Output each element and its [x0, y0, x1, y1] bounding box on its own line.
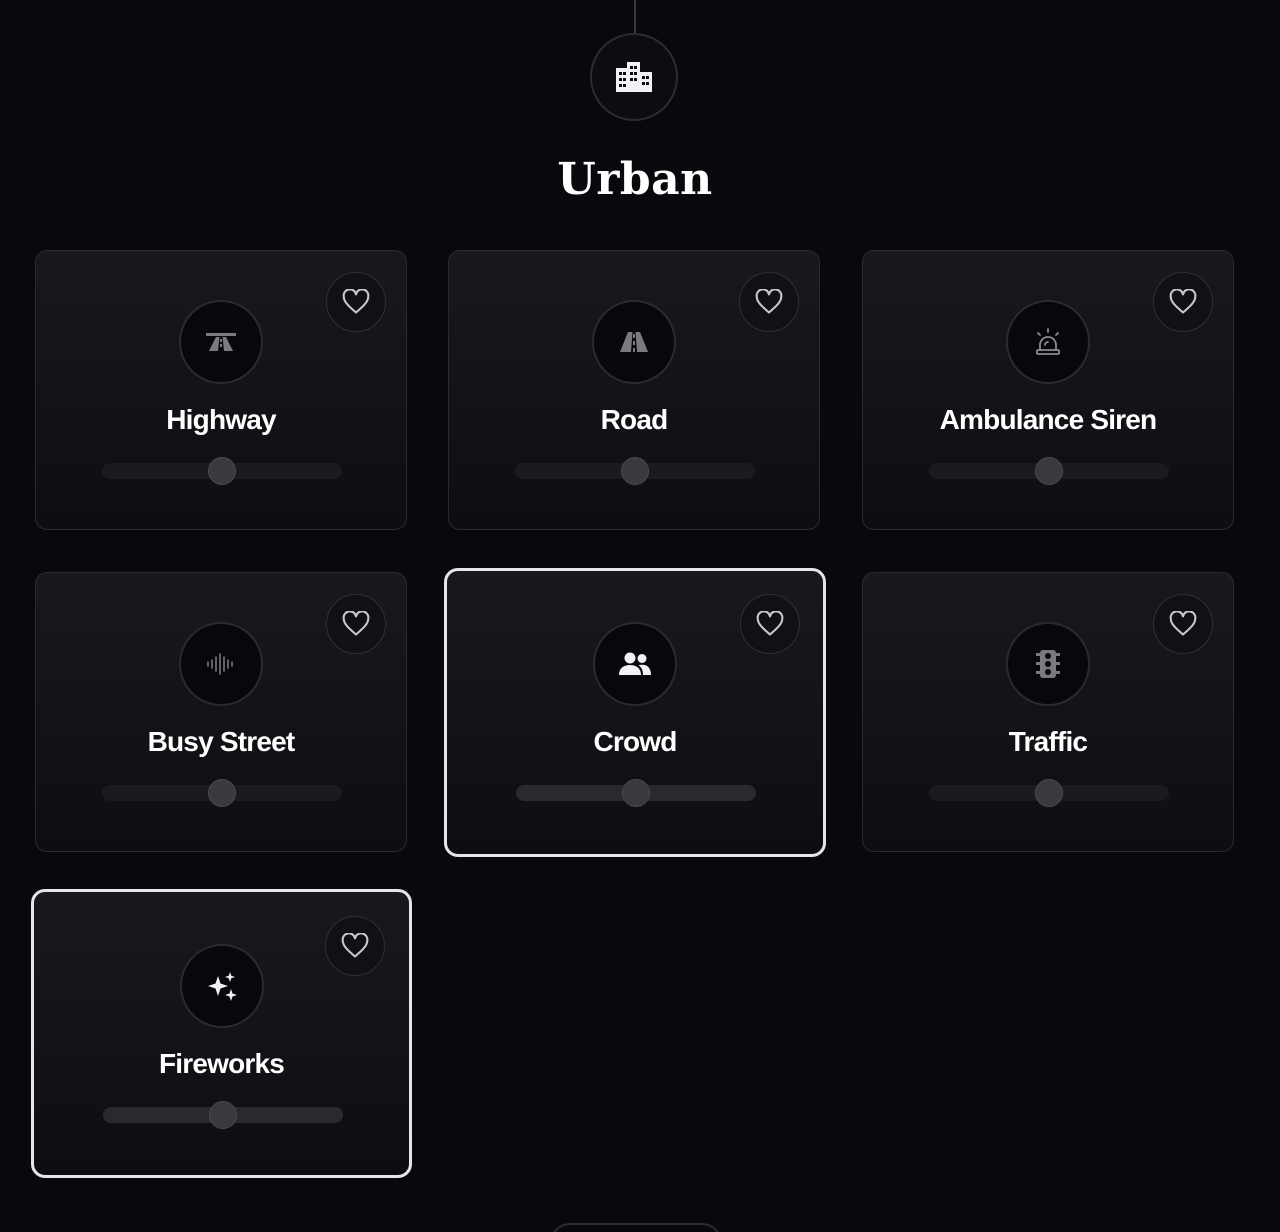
sound-name: Fireworks — [158, 1048, 285, 1079]
volume-slider[interactable] — [929, 779, 1169, 807]
heart-icon — [1169, 289, 1197, 314]
favorite-button[interactable] — [325, 916, 385, 976]
people-icon[interactable] — [593, 622, 677, 706]
favorite-button[interactable] — [326, 272, 386, 332]
sound-card-traffic[interactable]: Traffic — [862, 572, 1234, 852]
favorite-button[interactable] — [1153, 594, 1213, 654]
volume-slider-thumb[interactable] — [208, 457, 236, 485]
volume-slider-thumb[interactable] — [1035, 457, 1063, 485]
next-section-button[interactable] — [550, 1223, 722, 1232]
volume-slider[interactable] — [516, 779, 756, 807]
category-title: Urban — [557, 154, 713, 205]
heart-icon — [755, 289, 783, 314]
sound-name: Crowd — [593, 726, 677, 757]
sound-name: Ambulance Siren — [939, 404, 1158, 435]
heart-icon — [342, 611, 370, 636]
volume-slider-thumb[interactable] — [1035, 779, 1063, 807]
sound-name: Busy Street — [147, 726, 296, 757]
sound-name: Road — [600, 404, 669, 435]
volume-slider-thumb[interactable] — [621, 457, 649, 485]
sound-card-road[interactable]: Road — [448, 250, 820, 530]
sound-card-busy-street[interactable]: Busy Street — [35, 572, 407, 852]
volume-slider-thumb[interactable] — [622, 779, 650, 807]
traffic-light-icon[interactable] — [1006, 622, 1090, 706]
favorite-button[interactable] — [740, 594, 800, 654]
city-icon — [590, 33, 678, 121]
category-connector-line — [634, 0, 636, 34]
heart-icon — [342, 289, 370, 314]
sound-card-crowd[interactable]: Crowd — [444, 568, 826, 857]
volume-slider[interactable] — [103, 1101, 343, 1129]
siren-icon[interactable] — [1006, 300, 1090, 384]
volume-slider[interactable] — [102, 779, 342, 807]
volume-slider[interactable] — [929, 457, 1169, 485]
sound-card-highway[interactable]: Highway — [35, 250, 407, 530]
sparkles-icon[interactable] — [179, 944, 264, 1028]
heart-icon — [1169, 611, 1197, 636]
volume-slider-thumb[interactable] — [208, 779, 236, 807]
heart-icon — [341, 933, 369, 958]
road-icon[interactable] — [592, 300, 676, 384]
volume-slider-thumb[interactable] — [209, 1101, 237, 1129]
heart-icon — [756, 611, 784, 636]
favorite-button[interactable] — [739, 272, 799, 332]
urban-sounds-page: Urban Highway Road Ambulance Siren Busy … — [0, 0, 1280, 1232]
volume-slider[interactable] — [515, 457, 755, 485]
volume-slider[interactable] — [102, 457, 342, 485]
favorite-button[interactable] — [1153, 272, 1213, 332]
sound-card-ambulance-siren[interactable]: Ambulance Siren — [862, 250, 1234, 530]
sound-name: Highway — [166, 404, 276, 435]
favorite-button[interactable] — [326, 594, 386, 654]
soundwave-icon[interactable] — [179, 622, 263, 706]
highway-icon[interactable] — [179, 300, 263, 384]
sound-name: Traffic — [1008, 726, 1088, 757]
sound-card-fireworks[interactable]: Fireworks — [31, 889, 412, 1178]
